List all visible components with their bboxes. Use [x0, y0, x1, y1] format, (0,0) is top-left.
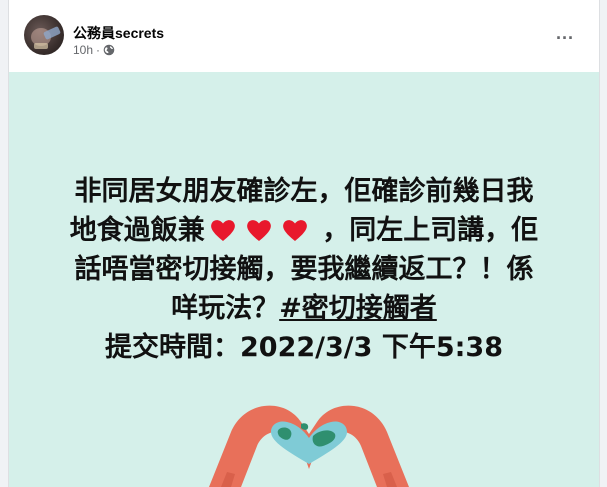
text-line-3: 話唔當密切接觸，要我繼續返工？！係: [74, 254, 534, 285]
post-header: 公務員secrets 10h · ···: [9, 0, 599, 72]
heart-emoji: [246, 220, 271, 241]
heart-emoji: [210, 220, 235, 241]
text-line-4-start: 咩玩法？: [171, 293, 280, 324]
post-meta: 10h ·: [73, 43, 115, 57]
post-card: 公務員secrets 10h · ··· 非同居女朋友確診左，佢確診前幾日我 地…: [8, 0, 600, 487]
globe-icon[interactable]: [103, 44, 115, 56]
hashtag-link[interactable]: #密切接觸者: [279, 293, 437, 324]
heart-hands-illustration: [209, 405, 409, 487]
more-horizontal-icon: ···: [556, 27, 574, 48]
heart-emoji: [282, 220, 307, 241]
text-line-2-start: 地食過飯兼: [69, 215, 205, 246]
submit-time-label: 提交時間：: [105, 332, 240, 363]
text-line-1: 非同居女朋友確診左，佢確診前幾日我: [74, 176, 534, 207]
text-line-5: 提交時間：2022/3/3 下午5:38: [9, 328, 599, 367]
post-timestamp[interactable]: 10h: [73, 43, 93, 57]
post-text: 非同居女朋友確診左，佢確診前幾日我 地食過飯兼 ，同左上司講，佢 話唔當密切接觸…: [9, 172, 599, 367]
text-line-2-end: ，同左上司講，佢: [312, 215, 539, 246]
submit-time-value: 2022/3/3 下午5:38: [240, 332, 503, 363]
text-line-4: 咩玩法？#密切接觸者: [9, 289, 599, 328]
more-options-button[interactable]: ···: [547, 26, 583, 50]
meta-separator: ·: [96, 43, 101, 57]
text-line-2: 地食過飯兼 ，同左上司講，佢: [9, 211, 599, 250]
avatar[interactable]: [24, 15, 64, 55]
post-image[interactable]: 非同居女朋友確診左，佢確診前幾日我 地食過飯兼 ，同左上司講，佢 話唔當密切接觸…: [9, 72, 599, 487]
page-name-link[interactable]: 公務員secrets: [73, 23, 164, 43]
